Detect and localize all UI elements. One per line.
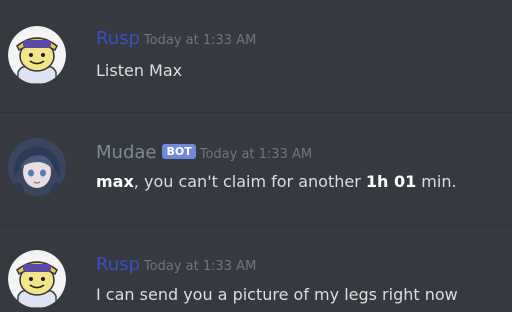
smiley-hat-avatar-icon [8, 250, 66, 308]
message-timestamp: Today at 1:33 AM [143, 259, 257, 274]
bot-tag: BOT [162, 144, 196, 159]
author-name[interactable]: Rusp [96, 254, 140, 275]
message-item: Rusp Today at 1:33 AM I can send you a pi… [0, 226, 512, 312]
anime-girl-avatar-icon [8, 138, 66, 196]
message-item: Mudae BOT Today at 1:33 AM max, you can't … [0, 113, 512, 223]
message-text-part: min. [416, 172, 457, 191]
avatar[interactable] [8, 138, 66, 196]
smiley-hat-avatar-icon [8, 26, 66, 84]
message-timestamp: Today at 1:33 AM [143, 33, 257, 48]
cooldown-time: 1h 01 [365, 172, 417, 191]
message-item: Rusp Today at 1:33 AM Listen Max [0, 0, 512, 110]
avatar[interactable] [8, 26, 66, 84]
author-name[interactable]: Rusp [96, 28, 140, 49]
message-text: Listen Max [96, 61, 183, 80]
message-text-part: , you can't claim for another [133, 172, 366, 191]
message-text: I can send you a picture of my legs righ… [96, 285, 458, 304]
author-name[interactable]: Mudae [96, 142, 156, 163]
message-timestamp: Today at 1:33 AM [199, 147, 313, 162]
message-text: max, you can't claim for another 1h 01 m… [96, 171, 457, 193]
chat-messages: Rusp Today at 1:33 AM Listen Max Mudae BOT… [0, 0, 512, 312]
mention-name: max [96, 172, 134, 191]
avatar[interactable] [8, 250, 66, 308]
